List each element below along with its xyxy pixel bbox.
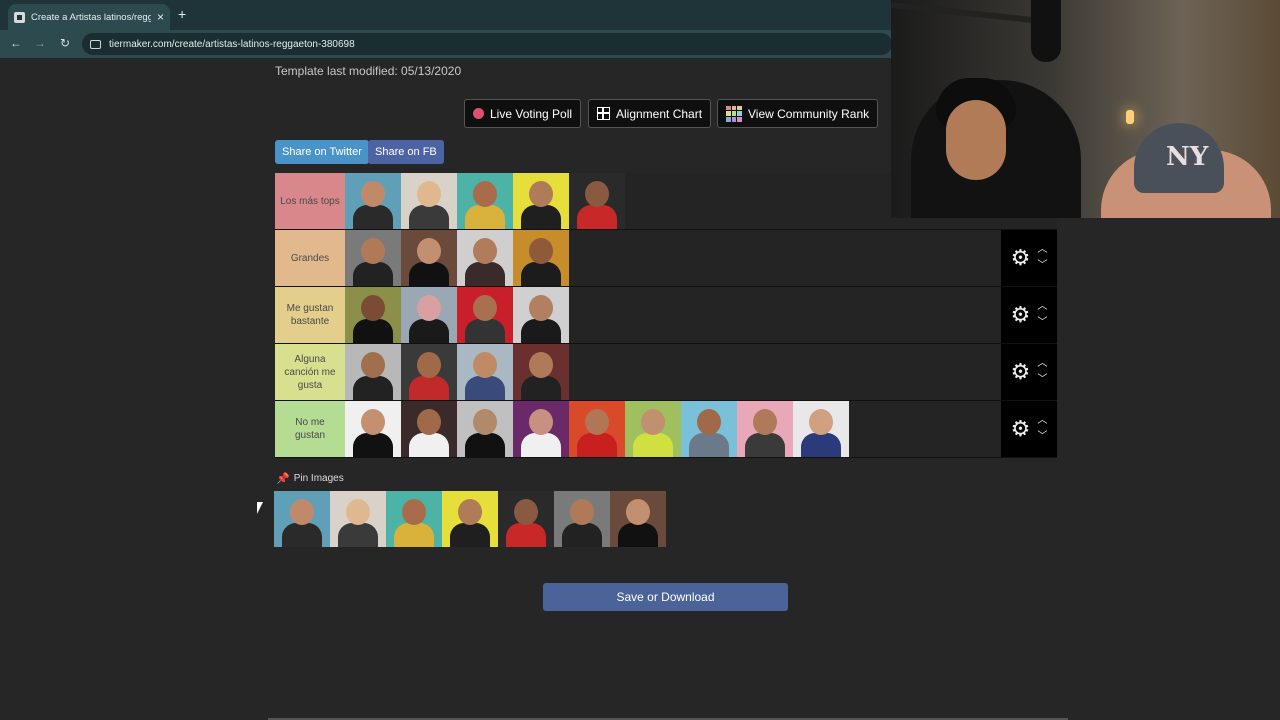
- tier-controls: ⚙ ︿ ﹀: [1001, 401, 1057, 457]
- tier-row: Alguna canción me gusta ⚙ ︿ ﹀: [275, 344, 1057, 401]
- tier-items: [345, 230, 1001, 286]
- tier-image[interactable]: [401, 344, 457, 400]
- mouse-cursor-icon: [257, 502, 269, 514]
- chevron-up-icon[interactable]: ︿: [1037, 359, 1047, 369]
- chevron-up-icon[interactable]: ︿: [1037, 245, 1047, 255]
- tier-image[interactable]: [345, 287, 401, 343]
- chevron-down-icon[interactable]: ﹀: [1037, 318, 1047, 328]
- pinned-image[interactable]: [386, 491, 442, 547]
- live-voting-button[interactable]: Live Voting Poll: [464, 99, 582, 128]
- tier-items: [345, 401, 1001, 457]
- tier-image[interactable]: [457, 344, 513, 400]
- tier-row: Me gustan bastante ⚙ ︿ ﹀: [275, 287, 1057, 344]
- save-download-button[interactable]: Save or Download: [543, 583, 788, 611]
- webcam-overlay: NY: [891, 0, 1280, 218]
- tier-image[interactable]: [345, 230, 401, 286]
- tier-label[interactable]: No me gustan: [275, 401, 345, 457]
- tier-label[interactable]: Grandes: [275, 230, 345, 286]
- tier-image[interactable]: [401, 230, 457, 286]
- tier-image[interactable]: [457, 401, 513, 457]
- tier-label[interactable]: Alguna canción me gusta: [275, 344, 345, 400]
- gear-icon[interactable]: ⚙: [1011, 302, 1031, 328]
- tier-image[interactable]: [737, 401, 793, 457]
- alignment-chart-label: Alignment Chart: [616, 106, 703, 121]
- tier-image[interactable]: [569, 173, 625, 229]
- chevron-down-icon[interactable]: ﹀: [1037, 432, 1047, 442]
- community-rank-button[interactable]: View Community Rank: [717, 99, 879, 128]
- ny-logo: NY: [1166, 142, 1209, 172]
- tier-row: No me gustan ⚙ ︿ ﹀: [275, 401, 1057, 458]
- pinned-image[interactable]: [554, 491, 610, 547]
- tier-image[interactable]: [457, 173, 513, 229]
- tier-image[interactable]: [513, 287, 569, 343]
- microphone: [1031, 0, 1061, 62]
- new-tab-button[interactable]: +: [178, 6, 186, 22]
- tier-image[interactable]: [457, 230, 513, 286]
- record-dot-icon: [473, 108, 484, 119]
- community-rank-label: View Community Rank: [748, 106, 870, 121]
- tier-image[interactable]: [513, 230, 569, 286]
- url-field[interactable]: tiermaker.com/create/artistas-latinos-re…: [82, 33, 892, 55]
- pinned-image[interactable]: [330, 491, 386, 547]
- tier-image[interactable]: [345, 173, 401, 229]
- tier-image[interactable]: [345, 401, 401, 457]
- share-twitter-button[interactable]: Share on Twitter: [275, 140, 369, 164]
- alignment-chart-button[interactable]: Alignment Chart: [588, 99, 712, 128]
- tier-image[interactable]: [401, 287, 457, 343]
- tier-image[interactable]: [401, 173, 457, 229]
- favicon-icon: [14, 11, 25, 23]
- tier-image[interactable]: [625, 401, 681, 457]
- site-info-icon[interactable]: [90, 39, 101, 49]
- pin-images: 📌 Pin Images: [276, 472, 344, 485]
- tier-controls: ⚙ ︿ ﹀: [1001, 287, 1057, 343]
- forward-button[interactable]: →: [34, 36, 46, 50]
- live-voting-label: Live Voting Poll: [490, 106, 573, 121]
- pinned-images-row: [274, 491, 666, 547]
- tab-title: Create a Artistas latinos/reggaeton: [31, 11, 151, 23]
- browser-tab[interactable]: Create a Artistas latinos/reggaeton ×: [8, 4, 170, 30]
- tab-bar: Create a Artistas latinos/reggaeton × +: [0, 0, 892, 30]
- tier-image[interactable]: [457, 287, 513, 343]
- tier-image[interactable]: [513, 173, 569, 229]
- pin-images-label: Pin Images: [293, 473, 344, 484]
- tier-row: Grandes ⚙ ︿ ﹀: [275, 230, 1057, 287]
- tier-items: [345, 287, 1001, 343]
- grid-icon: [597, 107, 610, 120]
- pinned-image[interactable]: [610, 491, 666, 547]
- tier-controls: ⚙ ︿ ﹀: [1001, 230, 1057, 286]
- share-fb-button[interactable]: Share on FB: [368, 140, 444, 164]
- chevron-up-icon[interactable]: ︿: [1037, 416, 1047, 426]
- tier-image[interactable]: [345, 344, 401, 400]
- gear-icon[interactable]: ⚙: [1011, 416, 1031, 442]
- gear-icon[interactable]: ⚙: [1011, 359, 1031, 385]
- chevron-down-icon[interactable]: ﹀: [1037, 375, 1047, 385]
- template-modified: Template last modified: 05/13/2020: [275, 64, 462, 78]
- reload-button[interactable]: ↻: [60, 36, 70, 50]
- tier-label[interactable]: Me gustan bastante: [275, 287, 345, 343]
- tier-label[interactable]: Los más tops: [275, 173, 345, 229]
- url-text: tiermaker.com/create/artistas-latinos-re…: [109, 38, 355, 50]
- tier-image[interactable]: [513, 344, 569, 400]
- tier-image[interactable]: [793, 401, 849, 457]
- pin-icon: 📌: [276, 473, 290, 485]
- close-tab-icon[interactable]: ×: [157, 10, 164, 24]
- tier-image[interactable]: [681, 401, 737, 457]
- address-bar: ← → ↻ tiermaker.com/create/artistas-lati…: [0, 30, 892, 58]
- tier-image[interactable]: [513, 401, 569, 457]
- pinned-image[interactable]: [498, 491, 554, 547]
- gear-icon[interactable]: ⚙: [1011, 245, 1031, 271]
- tier-items: [345, 344, 1001, 400]
- tier-controls: ⚙ ︿ ﹀: [1001, 344, 1057, 400]
- tier-grid-icon: [726, 105, 742, 122]
- pinned-image[interactable]: [274, 491, 330, 547]
- tier-image[interactable]: [401, 401, 457, 457]
- chevron-up-icon[interactable]: ︿: [1037, 302, 1047, 312]
- chevron-down-icon[interactable]: ﹀: [1037, 261, 1047, 271]
- pinned-image[interactable]: [442, 491, 498, 547]
- back-button[interactable]: ←: [10, 36, 22, 50]
- tier-image[interactable]: [569, 401, 625, 457]
